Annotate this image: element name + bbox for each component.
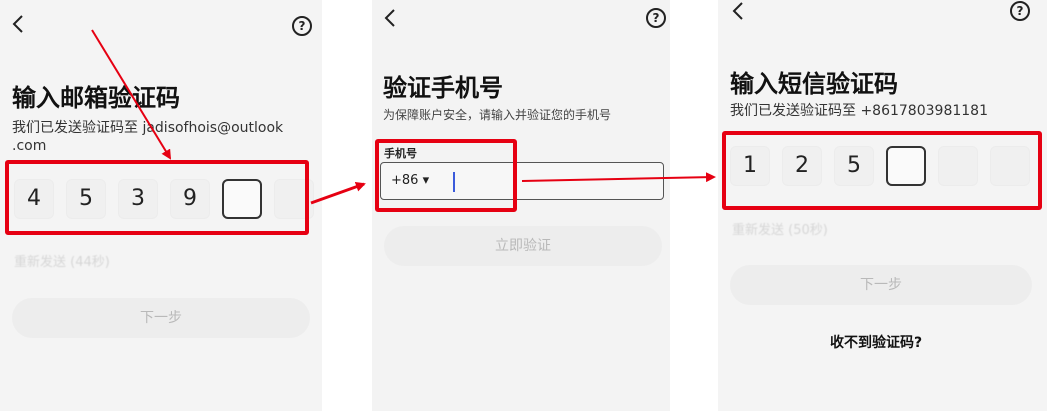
back-chevron-icon[interactable] bbox=[12, 14, 24, 34]
sent-to-line-1: 我们已发送验证码至 jadisofhois@outlook bbox=[12, 120, 284, 136]
resend-countdown: 重新发送 (50秒) bbox=[732, 223, 828, 238]
sent-to-text: 我们已发送验证码至 jadisofhois@outlook .com bbox=[12, 119, 317, 155]
next-button[interactable]: 下一步 bbox=[12, 298, 310, 338]
page-subtitle: 为保障账户安全，请输入并验证您的手机号 bbox=[383, 108, 612, 122]
back-chevron-icon[interactable] bbox=[384, 8, 396, 28]
highlight-frame-email-code bbox=[5, 160, 309, 235]
tutorial-canvas: ? 输入邮箱验证码 我们已发送验证码至 jadisofhois@outlook … bbox=[0, 0, 1047, 411]
sent-to-line-2: .com bbox=[12, 138, 47, 154]
next-button[interactable]: 下一步 bbox=[730, 265, 1032, 305]
verify-now-button[interactable]: 立即验证 bbox=[384, 226, 662, 266]
help-question-icon[interactable]: ? bbox=[1010, 1, 1030, 21]
resend-countdown: 重新发送 (44秒) bbox=[14, 255, 110, 270]
help-question-icon[interactable]: ? bbox=[646, 8, 666, 28]
page-title: 输入短信验证码 bbox=[730, 70, 898, 98]
highlight-frame-phone-field bbox=[375, 139, 517, 212]
page-title: 输入邮箱验证码 bbox=[12, 84, 180, 112]
no-code-received-link[interactable]: 收不到验证码? bbox=[830, 332, 922, 352]
back-chevron-icon[interactable] bbox=[732, 1, 744, 21]
help-question-icon[interactable]: ? bbox=[292, 16, 312, 36]
page-title: 验证手机号 bbox=[383, 74, 503, 102]
highlight-frame-sms-code bbox=[722, 131, 1042, 210]
sent-to-text: 我们已发送验证码至 +8617803981181 bbox=[730, 103, 988, 119]
